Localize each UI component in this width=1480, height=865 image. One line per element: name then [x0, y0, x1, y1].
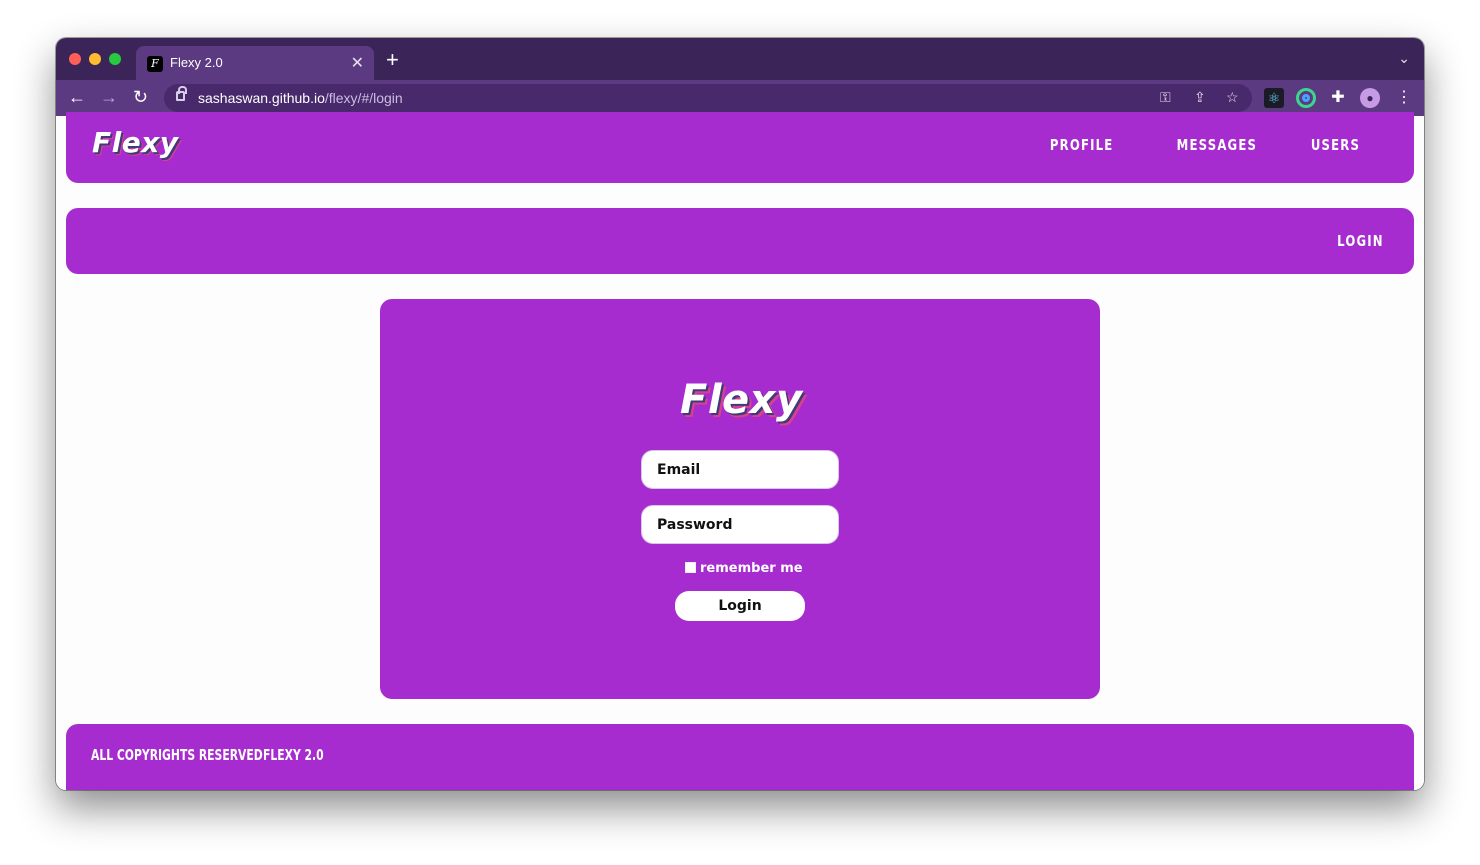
- browser-window: F Flexy 2.0 ✕ + ⌄ ← → ↻ sashaswan.github…: [56, 38, 1424, 790]
- sub-navbar: LOGIN: [66, 208, 1414, 274]
- extension-ring-icon[interactable]: [1296, 88, 1316, 108]
- browser-toolbar: ← → ↻ sashaswan.github.io/flexy/#/login …: [56, 80, 1424, 116]
- card-logo: Flexy: [680, 377, 803, 423]
- site-footer: ALL COPYRIGHTS RESERVED FLEXY 2.0: [66, 724, 1414, 790]
- nav-profile-link[interactable]: PROFILE: [1050, 136, 1114, 154]
- back-arrow-icon[interactable]: ←: [68, 87, 86, 107]
- reload-icon[interactable]: ↻: [133, 87, 148, 107]
- nav-messages-link[interactable]: MESSAGES: [1177, 136, 1257, 154]
- footer-version: FLEXY 2.0: [263, 746, 324, 764]
- favicon-icon: F: [147, 56, 163, 72]
- menu-kebab-icon[interactable]: ⋮: [1394, 88, 1414, 108]
- address-bar[interactable]: sashaswan.github.io/flexy/#/login ⚿ ⇪ ☆: [164, 84, 1252, 112]
- bookmark-star-icon[interactable]: ☆: [1226, 89, 1239, 106]
- header-logo[interactable]: Flexy: [92, 126, 179, 159]
- browser-tab[interactable]: F Flexy 2.0 ✕: [136, 46, 374, 80]
- remember-me-label[interactable]: remember me: [700, 561, 803, 576]
- minimize-window-icon[interactable]: [89, 53, 101, 65]
- url-path: /flexy/#/login: [324, 90, 403, 106]
- key-icon[interactable]: ⚿: [1160, 89, 1171, 106]
- remember-me-checkbox[interactable]: [685, 561, 696, 573]
- page-content: Flexy PROFILE MESSAGES USERS LOGIN Flexy…: [56, 112, 1424, 790]
- forward-arrow-icon[interactable]: →: [100, 87, 118, 107]
- tab-strip: F Flexy 2.0 ✕ + ⌄: [56, 38, 1424, 80]
- react-devtools-icon[interactable]: ⚛: [1264, 88, 1284, 108]
- share-icon[interactable]: ⇪: [1194, 89, 1206, 106]
- url-host: sashaswan.github.io: [198, 90, 325, 106]
- site-header: Flexy PROFILE MESSAGES USERS: [66, 112, 1414, 183]
- email-input[interactable]: [641, 450, 839, 489]
- profile-avatar[interactable]: ●: [1360, 88, 1380, 108]
- lock-icon[interactable]: [176, 86, 187, 101]
- login-button[interactable]: Login: [675, 591, 805, 621]
- close-tab-icon[interactable]: ✕: [351, 53, 364, 73]
- login-link[interactable]: LOGIN: [1337, 232, 1384, 250]
- url-text[interactable]: sashaswan.github.io/flexy/#/login: [198, 90, 403, 106]
- login-card: Flexy remember me Login: [380, 299, 1100, 699]
- remember-me-row: remember me: [685, 561, 803, 576]
- extensions-puzzle-icon[interactable]: ✚: [1328, 88, 1348, 108]
- main-nav: PROFILE MESSAGES USERS: [1032, 136, 1360, 154]
- maximize-window-icon[interactable]: [109, 53, 121, 65]
- password-input[interactable]: [641, 505, 839, 544]
- footer-copyright: ALL COPYRIGHTS RESERVED: [91, 746, 263, 764]
- close-window-icon[interactable]: [69, 53, 81, 65]
- tab-search-chevron-icon[interactable]: ⌄: [1398, 50, 1410, 67]
- nav-users-link[interactable]: USERS: [1311, 136, 1360, 154]
- tab-title: Flexy 2.0: [170, 55, 223, 70]
- new-tab-button[interactable]: +: [386, 49, 399, 71]
